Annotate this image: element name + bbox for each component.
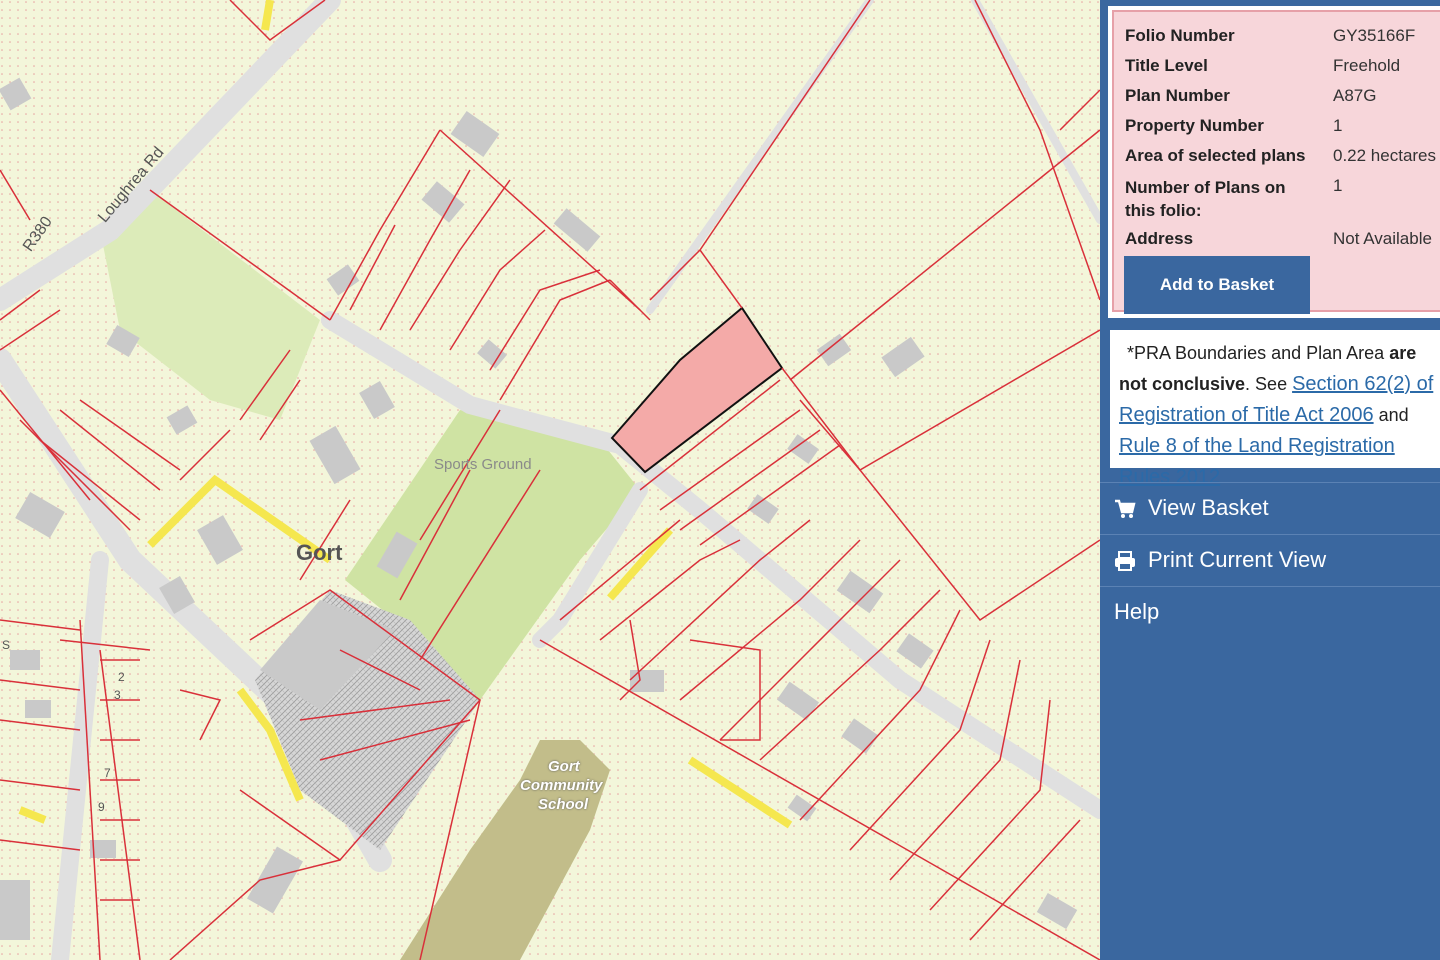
title-level-value: Freehold (1333, 56, 1401, 75)
area-label: Area of selected plans (1125, 146, 1306, 165)
edge-label: S (2, 638, 11, 652)
help-menu-item[interactable]: Help (1100, 586, 1440, 639)
house-number: 3 (114, 688, 121, 702)
notice-see: . See (1245, 374, 1293, 394)
property-number-label: Property Number (1125, 116, 1264, 135)
sports-ground-label: Sports Ground (434, 456, 532, 473)
notice-and: and (1373, 405, 1409, 425)
notice-prefix: *PRA Boundaries and Plan Area (1127, 343, 1390, 363)
house-number: 2 (118, 670, 125, 684)
town-label: Gort (296, 540, 343, 565)
house-number: 9 (98, 800, 105, 814)
plan-number-value: A87G (1333, 86, 1377, 105)
property-number-value: 1 (1333, 116, 1343, 135)
folio-info-panel: Folio Number GY35166F Title Level Freeho… (1108, 6, 1440, 318)
shopping-cart-icon (1115, 499, 1136, 518)
view-basket-label: View Basket (1148, 495, 1269, 520)
boundary-notice: *PRA Boundaries and Plan Area are not co… (1108, 328, 1440, 488)
address-label: Address (1125, 229, 1194, 248)
add-to-basket-button[interactable]: Add to Basket (1124, 256, 1310, 314)
print-view-menu-item[interactable]: Print Current View (1100, 534, 1440, 587)
plans-count-value: 1 (1333, 176, 1343, 195)
print-view-label: Print Current View (1148, 547, 1327, 572)
school-label-line3: School (538, 796, 589, 813)
view-basket-menu-item[interactable]: View Basket (1100, 482, 1440, 535)
plans-count-label: Number of Plans on this folio: (1125, 178, 1286, 220)
folio-number-label: Folio Number (1125, 26, 1235, 45)
sidebar: Folio Number GY35166F Title Level Freeho… (1100, 0, 1440, 960)
address-value: Not Available (1333, 229, 1432, 248)
school-label-line2: Community (520, 777, 603, 794)
plan-number-label: Plan Number (1125, 86, 1230, 105)
folio-info-box: Folio Number GY35166F Title Level Freeho… (1112, 10, 1440, 314)
printer-icon (1115, 551, 1135, 571)
notice-link-rule-8[interactable]: Rule 8 of the Land Registration Rules 20… (1119, 435, 1395, 488)
help-label: Help (1114, 599, 1160, 624)
area-value: 0.22 hectares (1333, 146, 1437, 165)
notice-bold-2: conclusive (1152, 374, 1246, 394)
house-number: 7 (104, 766, 111, 780)
folio-number-value: GY35166F (1333, 26, 1416, 45)
title-level-label: Title Level (1125, 56, 1208, 75)
school-label-line1: Gort (548, 758, 580, 775)
map-svg (0, 0, 1100, 960)
map-canvas[interactable]: R380 Loughrea Rd Sports Ground Gort Gort… (0, 0, 1100, 960)
